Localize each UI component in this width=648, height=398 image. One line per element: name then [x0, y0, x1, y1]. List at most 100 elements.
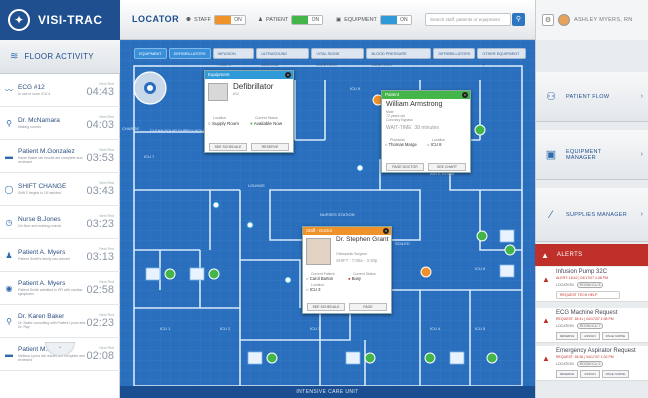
- activity-subtitle: In use in room ICU 4: [18, 91, 51, 96]
- activity-item[interactable]: ⚲ Dr. McNamara Making rounds Next Rnd 04:03: [0, 107, 120, 140]
- alert-time: REQUEST: 18:36 | 04/17/07 1:02 PM: [556, 355, 614, 359]
- monitor-icon: ▣: [545, 149, 557, 161]
- layers-icon: ≋: [10, 51, 19, 62]
- equipment-popup-header: Equipment: [205, 71, 293, 79]
- filter-button[interactable]: EQUIPMENT: [134, 48, 167, 59]
- alert-location: ROOM ICU 2: [576, 361, 604, 367]
- supplies-manager-button[interactable]: ⁄ SUPPLIES MANAGER ›: [536, 188, 648, 242]
- equipment-manager-button[interactable]: ▣ EQUIPMENT MANAGER ›: [536, 130, 648, 180]
- activity-item[interactable]: ◯ SHIFT CHANGE Shift 2 begins in 15 minute…: [0, 173, 120, 206]
- activity-subtitle: On floor and making rounds: [18, 223, 62, 228]
- alert-action-button[interactable]: ASSIGN: [580, 370, 600, 378]
- activity-title: Nurse B.Jones: [18, 215, 61, 223]
- staff-toggle-label: STAFF: [193, 17, 211, 23]
- alert-title: Infusion Pump 32C: [556, 269, 608, 275]
- close-icon[interactable]: ×: [285, 72, 291, 78]
- activity-item[interactable]: ♟ Patient A. Myers Patient Smith's family …: [0, 239, 120, 272]
- activity-item[interactable]: ▬ Patient M.Gonzalez Karen Baker lab resul…: [0, 140, 120, 173]
- request-tech-help-button[interactable]: REQUEST TECH HELP: [556, 291, 620, 299]
- app-logo[interactable]: ✦ VISI-TRAC: [0, 0, 120, 40]
- equipment-filter-bar: EQUIPMENT DEFIBRILLATORS INFUSION PUMPS ULT…: [134, 46, 526, 67]
- page-doctor-button[interactable]: PAGE DOCTOR: [386, 163, 424, 171]
- search-icon[interactable]: ⚲: [512, 13, 525, 26]
- staff-shift: SHIFT : 7:00a - 3:30p: [336, 258, 378, 263]
- room-label: ICU 9: [350, 86, 361, 91]
- activity-time: 02:08: [86, 350, 114, 362]
- alert-item[interactable]: ▲ Emergency Aspirator Request REQUEST: 18:…: [536, 346, 648, 381]
- patient-flow-button[interactable]: ⚇ PATIENT FLOW ›: [536, 72, 648, 122]
- equipment-id: #12: [233, 92, 239, 96]
- staff-popup: Staff - Doctor × Dr. Stephen Grant Ortho…: [302, 226, 392, 314]
- close-icon[interactable]: ×: [462, 92, 468, 98]
- equipment-status: ● Available Now: [250, 121, 283, 126]
- close-icon[interactable]: ×: [383, 228, 389, 234]
- patient-name: William Armstrong: [386, 101, 443, 108]
- activity-time: 03:53: [86, 152, 114, 164]
- see-chart-button[interactable]: SEE CHART: [428, 163, 466, 171]
- user-area: ⚙ ASHLEY MYERS, RN: [535, 0, 648, 40]
- activity-time: 02:58: [86, 284, 114, 296]
- alert-location: ROOM ICU 5: [576, 282, 604, 288]
- equipment-name: Defibrillator: [233, 82, 274, 91]
- alert-action-button[interactable]: RESERVE: [556, 332, 579, 340]
- nav-label: EQUIPMENT MANAGER: [566, 148, 602, 161]
- filter-button[interactable]: DEFIBRILLATORS: [433, 48, 476, 59]
- activity-subtitle: Melissa Lyons lab results are complete a…: [18, 353, 85, 362]
- patient-icon: ♟: [258, 17, 263, 23]
- chevron-right-icon: ›: [640, 151, 643, 158]
- compass-icon: ✦: [8, 9, 30, 31]
- activity-item[interactable]: 〰 ECG #12 In use in room ICU 4 Next Rnd 04:4…: [0, 74, 120, 107]
- search-input[interactable]: Search staff, patients or equipment: [425, 13, 511, 26]
- status-dot-icon: ●: [250, 121, 253, 126]
- activity-item[interactable]: ◉ Patient A. Myers Patient Smith admitted …: [0, 272, 120, 305]
- gear-icon[interactable]: ⚙: [542, 14, 554, 26]
- activity-time: 03:43: [86, 185, 114, 197]
- alert-item[interactable]: ▲ ECG Machine Request REQUEST: 18:41 | 04/…: [536, 308, 648, 343]
- alert-time: ALERT: 18:42 | 04/17/07 1:08 PM: [556, 276, 609, 280]
- alert-location-label: LOCATION: [556, 324, 574, 328]
- staff-location: ○ ICU 3: [306, 287, 321, 292]
- activity-item[interactable]: ⚲ Dr. Karen Baker Dr. Baker consulting wit…: [0, 305, 120, 338]
- nav-label: SUPPLIES MANAGER: [566, 211, 628, 218]
- filter-button[interactable]: DEFIBRILLATORS: [168, 48, 211, 59]
- patient-toggle[interactable]: ♟ PATIENT ON: [258, 15, 324, 25]
- alert-action-button[interactable]: ASSIGN: [580, 332, 600, 340]
- room-label: ICU 5: [475, 326, 486, 331]
- equipment-location-label: Location: [213, 116, 227, 120]
- room-label: ICU 7: [144, 154, 155, 159]
- syringe-icon: ⁄: [550, 208, 552, 221]
- patient-condition: Coronary Bypass: [386, 118, 413, 122]
- filter-button[interactable]: INFUSION PUMPS: [212, 48, 255, 67]
- filter-button[interactable]: BLOOD PRESSURE MONITORS: [366, 48, 432, 67]
- defibrillator-image: [208, 83, 228, 101]
- filter-button[interactable]: ULTRASOUND MACHINE: [256, 48, 310, 67]
- staff-name: Dr. Stephen Grant: [336, 236, 389, 243]
- floor-activity-panel: ≋ FLOOR ACTIVITY 〰 ECG #12 In use in room …: [0, 40, 120, 398]
- alert-location-label: LOCATION: [556, 283, 574, 287]
- floor-activity-header: ≋ FLOOR ACTIVITY: [0, 40, 120, 74]
- activity-title: SHIFT CHANGE: [18, 182, 67, 190]
- see-schedule-button[interactable]: SEE SCHEDULE: [307, 303, 345, 311]
- reserve-button[interactable]: RESERVE: [251, 143, 289, 151]
- staff-toggle[interactable]: ⚉ STAFF ON: [186, 15, 246, 25]
- see-schedule-button[interactable]: SEE SCHEDULE: [209, 143, 247, 151]
- filter-button[interactable]: OTHER EQUIPMENT ▾: [477, 48, 526, 67]
- activity-title: Dr. McNamara: [18, 116, 60, 124]
- alert-action-button[interactable]: RESERVE: [556, 370, 579, 378]
- patient-toggle-state: ON: [308, 16, 323, 24]
- alert-title: ECG Machine Request: [556, 310, 618, 316]
- equipment-status-label: Current Status: [255, 116, 278, 120]
- equipment-toggle[interactable]: ▣ EQUIPMENT ON: [336, 15, 412, 25]
- filter-button[interactable]: VITAL SIGNS MONITORS: [311, 48, 365, 67]
- avatar[interactable]: [558, 14, 570, 26]
- activity-item[interactable]: ◷ Nurse B.Jones On floor and making rounds…: [0, 206, 120, 239]
- room-label: ICU 6: [475, 266, 486, 271]
- alert-action-button[interactable]: PAGE NURSE: [601, 332, 630, 340]
- alert-action-button[interactable]: PAGE NURSE: [601, 370, 630, 378]
- floor-map[interactable]: CLEAN EQUIP SUPPLY HOLD CHARGE ICU 7 ICU…: [120, 40, 535, 398]
- activity-subtitle: Dr. Baker consulting with Patient Lyons …: [18, 320, 86, 329]
- app-name: VISI-TRAC: [38, 13, 103, 27]
- page-button[interactable]: PAGE: [349, 303, 387, 311]
- map-navigation-control[interactable]: [133, 71, 167, 105]
- alert-item[interactable]: ▲ Infusion Pump 32C ALERT: 18:42 | 04/17/0…: [536, 267, 648, 302]
